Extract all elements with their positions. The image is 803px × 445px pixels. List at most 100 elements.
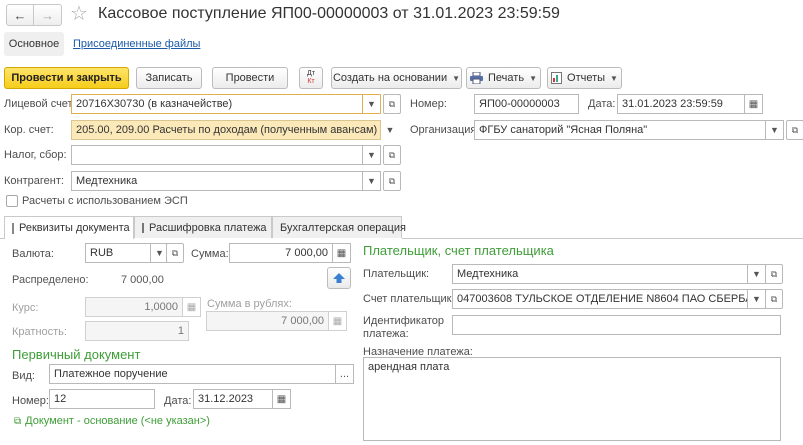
date-calendar-button[interactable]: ▦ bbox=[745, 94, 763, 114]
rate-field: 1,0000 bbox=[85, 297, 183, 317]
tab-divider bbox=[402, 238, 803, 239]
chevron-down-icon: ▼ bbox=[155, 248, 164, 258]
account-dropdown-button[interactable]: ▼ bbox=[363, 94, 381, 114]
primary-date-field[interactable]: 31.12.2023 bbox=[193, 389, 273, 409]
purpose-textarea[interactable]: арендная плата bbox=[363, 357, 781, 441]
calculator-icon: ▦ bbox=[336, 247, 347, 259]
sum-label: Сумма: bbox=[191, 248, 229, 260]
rub-sum-field: 7 000,00 bbox=[206, 311, 329, 331]
dt-icon: Дт bbox=[307, 70, 315, 77]
payer-section-title: Плательщик, счет плательщика bbox=[363, 243, 554, 258]
organization-field[interactable]: ФГБУ санаторий "Ясная Поляна" bbox=[474, 120, 766, 140]
ellipsis-icon: ... bbox=[339, 368, 350, 380]
calculator-icon: ▦ bbox=[332, 315, 343, 327]
forward-button[interactable]: → bbox=[34, 5, 61, 25]
kind-select-button[interactable]: ... bbox=[336, 364, 354, 384]
payer-field[interactable]: Медтехника bbox=[452, 264, 748, 284]
corr-account-field[interactable]: 205.00, 209.00 Расчеты по доходам (получ… bbox=[71, 120, 381, 140]
sum-field[interactable]: 7 000,00 bbox=[229, 243, 333, 263]
arrow-up-icon bbox=[333, 273, 345, 283]
organization-label: Организация: bbox=[410, 124, 480, 136]
create-based-on-button[interactable]: Создать на основании ▼ bbox=[331, 67, 462, 89]
open-icon: ⧉ bbox=[388, 149, 396, 160]
post-label: Провести bbox=[225, 72, 275, 84]
chevron-down-icon: ▼ bbox=[610, 73, 618, 83]
tab-main[interactable]: Основное bbox=[4, 32, 64, 56]
chevron-down-icon: ▼ bbox=[367, 150, 376, 160]
contractor-dropdown-button[interactable]: ▼ bbox=[363, 171, 381, 191]
tab-breakdown[interactable]: Расшифровка платежа bbox=[134, 216, 272, 238]
account-open-button[interactable]: ⧉ bbox=[383, 94, 401, 114]
organization-dropdown-button[interactable]: ▼ bbox=[766, 120, 784, 140]
chevron-down-icon: ▼ bbox=[367, 99, 376, 109]
kind-field[interactable]: Платежное поручение bbox=[49, 364, 336, 384]
payer-account-field[interactable]: 047003608 ТУЛЬСКОЕ ОТДЕЛЕНИЕ N8604 ПАО С… bbox=[452, 289, 748, 309]
open-icon: ⧉ bbox=[171, 247, 179, 258]
tax-field[interactable] bbox=[71, 145, 363, 165]
organization-open-button[interactable]: ⧉ bbox=[786, 120, 803, 140]
primary-document-title: Первичный документ bbox=[12, 347, 141, 362]
payment-id-field[interactable] bbox=[452, 315, 781, 335]
contractor-field[interactable]: Медтехника bbox=[71, 171, 363, 191]
rate-label: Курс: bbox=[12, 302, 39, 314]
tab-accounting[interactable]: Бухгалтерская операция bbox=[272, 216, 406, 238]
chevron-down-icon: ▼ bbox=[752, 269, 761, 279]
rub-sum-calculator-button: ▦ bbox=[329, 311, 347, 331]
post-and-close-button[interactable]: Провести и закрыть bbox=[4, 67, 129, 89]
sum-calculator-button[interactable]: ▦ bbox=[333, 243, 351, 263]
kt-icon: Кт bbox=[307, 78, 315, 85]
link-icon: ⧉ bbox=[14, 415, 22, 427]
basis-document-link[interactable]: ⧉ Документ - основание (<не указан>) bbox=[14, 415, 210, 427]
open-icon: ⧉ bbox=[770, 293, 778, 304]
payer-account-dropdown-button[interactable]: ▼ bbox=[748, 289, 766, 309]
tax-open-button[interactable]: ⧉ bbox=[383, 145, 401, 165]
dt-kt-button[interactable]: Дт Кт bbox=[299, 67, 323, 89]
post-button[interactable]: Провести bbox=[212, 67, 288, 89]
save-button[interactable]: Записать bbox=[136, 67, 202, 89]
report-icon bbox=[551, 72, 563, 84]
refresh-button[interactable] bbox=[327, 267, 351, 289]
distributed-value: 7 000,00 bbox=[121, 274, 164, 286]
chevron-down-icon: ▼ bbox=[452, 73, 461, 83]
primary-date-calendar-button[interactable]: ▦ bbox=[273, 389, 291, 409]
tab-divider-left bbox=[0, 238, 4, 239]
kind-label: Вид: bbox=[12, 370, 35, 382]
post-and-close-label: Провести и закрыть bbox=[11, 72, 122, 84]
reports-button[interactable]: Отчеты ▼ bbox=[547, 67, 622, 89]
payment-id-label-line1: Идентификатор bbox=[363, 315, 444, 327]
reports-label: Отчеты bbox=[567, 72, 606, 84]
currency-open-button[interactable]: ⧉ bbox=[166, 243, 184, 263]
print-button[interactable]: Печать ▼ bbox=[466, 67, 541, 89]
date-label: Дата: bbox=[588, 98, 616, 110]
open-icon: ⧉ bbox=[388, 175, 396, 186]
tab-attached-files[interactable]: Присоединенные файлы bbox=[73, 38, 200, 50]
payer-account-open-button[interactable]: ⧉ bbox=[765, 289, 783, 309]
esp-checkbox[interactable] bbox=[6, 195, 18, 207]
date-field[interactable]: 31.01.2023 23:59:59 bbox=[617, 94, 745, 114]
number-field[interactable]: ЯП00-00000003 bbox=[474, 94, 579, 114]
table-icon bbox=[142, 222, 144, 233]
favorite-star-icon[interactable]: ☆ bbox=[70, 1, 88, 26]
payer-open-button[interactable]: ⧉ bbox=[765, 264, 783, 284]
account-field[interactable]: 20716Х30730 (в казначействе) bbox=[71, 94, 363, 114]
tab-requisites[interactable]: Реквизиты документа bbox=[4, 216, 134, 239]
printer-icon bbox=[470, 72, 484, 84]
primary-number-label: Номер: bbox=[12, 395, 49, 407]
currency-field[interactable]: RUB bbox=[85, 243, 151, 263]
chevron-down-icon: ▼ bbox=[367, 176, 376, 186]
basis-document-label: Документ - основание (<не указан>) bbox=[25, 415, 210, 427]
payer-dropdown-button[interactable]: ▼ bbox=[748, 264, 766, 284]
contractor-open-button[interactable]: ⧉ bbox=[383, 171, 401, 191]
tax-dropdown-button[interactable]: ▼ bbox=[363, 145, 381, 165]
contractor-label: Контрагент: bbox=[4, 175, 64, 187]
rate-calculator-button: ▦ bbox=[183, 297, 201, 317]
tab-accounting-label: Бухгалтерская операция bbox=[280, 221, 406, 234]
primary-number-field[interactable]: 12 bbox=[49, 389, 155, 409]
open-icon: ⧉ bbox=[770, 268, 778, 279]
tab-requisites-label: Реквизиты документа bbox=[19, 222, 130, 234]
back-button[interactable]: ← bbox=[7, 5, 34, 25]
distributed-label: Распределено: bbox=[12, 274, 89, 286]
currency-label: Валюта: bbox=[12, 248, 54, 260]
nav-group: ← → bbox=[6, 4, 62, 26]
corr-account-dropdown-button[interactable]: ▼ bbox=[381, 120, 399, 140]
